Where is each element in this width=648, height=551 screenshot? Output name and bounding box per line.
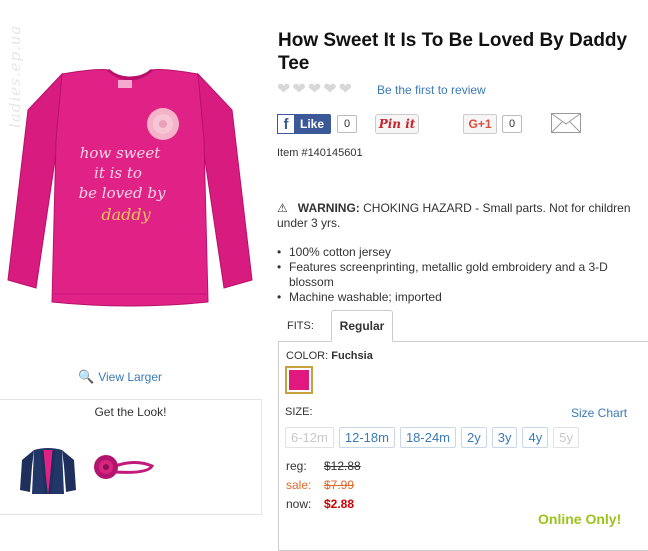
feature-list: 100% cotton jersey Features screenprinti… bbox=[277, 245, 647, 305]
color-value: Fuchsia bbox=[331, 350, 373, 362]
heart-icon: ❤ bbox=[277, 81, 291, 98]
get-the-look-panel: Get the Look! bbox=[0, 399, 262, 515]
size-chart-link[interactable]: Size Chart bbox=[571, 406, 627, 420]
swatch-fill bbox=[289, 370, 309, 390]
shirt-text-line-2: it is to bbox=[94, 164, 142, 182]
color-label: COLOR: Fuchsia bbox=[286, 350, 373, 362]
product-image[interactable]: how sweet it is to be loved by daddy bbox=[0, 40, 260, 310]
first-review-link[interactable]: Be the first to review bbox=[377, 83, 486, 97]
now-label: now: bbox=[286, 497, 312, 511]
size-label: SIZE: bbox=[285, 406, 313, 418]
tab-regular[interactable]: Regular bbox=[331, 310, 393, 342]
get-the-look-title: Get the Look! bbox=[94, 405, 167, 419]
now-price: now: $2.88 bbox=[286, 497, 354, 511]
size-options: 6-12m 12-18m 18-24m 2y 3y 4y 5y bbox=[285, 427, 579, 448]
shirt-text-line-3: be loved by bbox=[79, 184, 166, 202]
shirt-text-line-4: daddy bbox=[101, 205, 151, 224]
shirt-text-line-1: how sweet bbox=[80, 144, 162, 162]
sale-label: sale: bbox=[286, 478, 312, 492]
email-icon[interactable] bbox=[551, 113, 581, 133]
magnifier-icon: 🔍 bbox=[78, 369, 95, 384]
rating-stars: ❤ ❤ ❤ ❤ ❤ bbox=[277, 82, 352, 98]
view-larger-link[interactable]: 🔍 View Larger bbox=[78, 369, 162, 385]
view-larger-label: View Larger bbox=[98, 370, 163, 384]
pinterest-button[interactable]: Pin it bbox=[375, 114, 419, 134]
online-only-badge: Online Only! bbox=[538, 511, 622, 527]
now-value: $2.88 bbox=[324, 497, 355, 511]
heart-icon: ❤ bbox=[323, 81, 337, 98]
size-option-12-18m[interactable]: 12-18m bbox=[338, 427, 395, 448]
gplus-count: 0 bbox=[502, 115, 522, 133]
like-label: Like bbox=[300, 117, 325, 131]
list-item: 100% cotton jersey bbox=[277, 245, 647, 260]
size-option-18-24m[interactable]: 18-24m bbox=[399, 427, 457, 448]
heart-icon: ❤ bbox=[338, 81, 353, 98]
list-item: Features screenprinting, metallic gold e… bbox=[277, 260, 647, 290]
size-option-5y[interactable]: 5y bbox=[553, 427, 579, 448]
facebook-like-button[interactable]: f Like bbox=[277, 114, 331, 134]
size-option-4y[interactable]: 4y bbox=[522, 427, 549, 448]
headband-thumbnail[interactable] bbox=[90, 452, 156, 482]
heart-icon: ❤ bbox=[292, 81, 306, 98]
color-swatch-fuchsia[interactable] bbox=[285, 366, 313, 394]
reg-value: $12.88 bbox=[324, 459, 361, 473]
size-option-6-12m[interactable]: 6-12m bbox=[285, 427, 334, 448]
regular-price: reg: $12.88 bbox=[286, 459, 361, 473]
product-title: How Sweet It Is To Be Loved By Daddy Tee bbox=[278, 30, 628, 74]
color-label-text: COLOR: bbox=[286, 350, 329, 362]
size-option-2y[interactable]: 2y bbox=[461, 427, 487, 448]
size-option-3y[interactable]: 3y bbox=[491, 427, 518, 448]
sale-price: sale: $7.99 bbox=[286, 478, 354, 492]
choking-warning: ⚠ WARNING: CHOKING HAZARD - Small parts.… bbox=[277, 201, 637, 231]
warning-icon: ⚠ bbox=[277, 201, 288, 215]
sale-value: $7.99 bbox=[324, 478, 355, 492]
google-plus-button[interactable]: G+1 bbox=[463, 114, 497, 134]
reg-label: reg: bbox=[286, 459, 307, 473]
like-count: 0 bbox=[337, 115, 357, 133]
fits-label: FITS: bbox=[287, 320, 314, 332]
list-item: Machine washable; imported bbox=[277, 290, 647, 305]
facebook-icon: f bbox=[277, 114, 295, 134]
item-number: Item #140145601 bbox=[277, 147, 363, 159]
warning-label: WARNING: bbox=[297, 201, 360, 215]
cardigan-thumbnail[interactable] bbox=[18, 446, 78, 496]
heart-icon: ❤ bbox=[307, 81, 322, 98]
